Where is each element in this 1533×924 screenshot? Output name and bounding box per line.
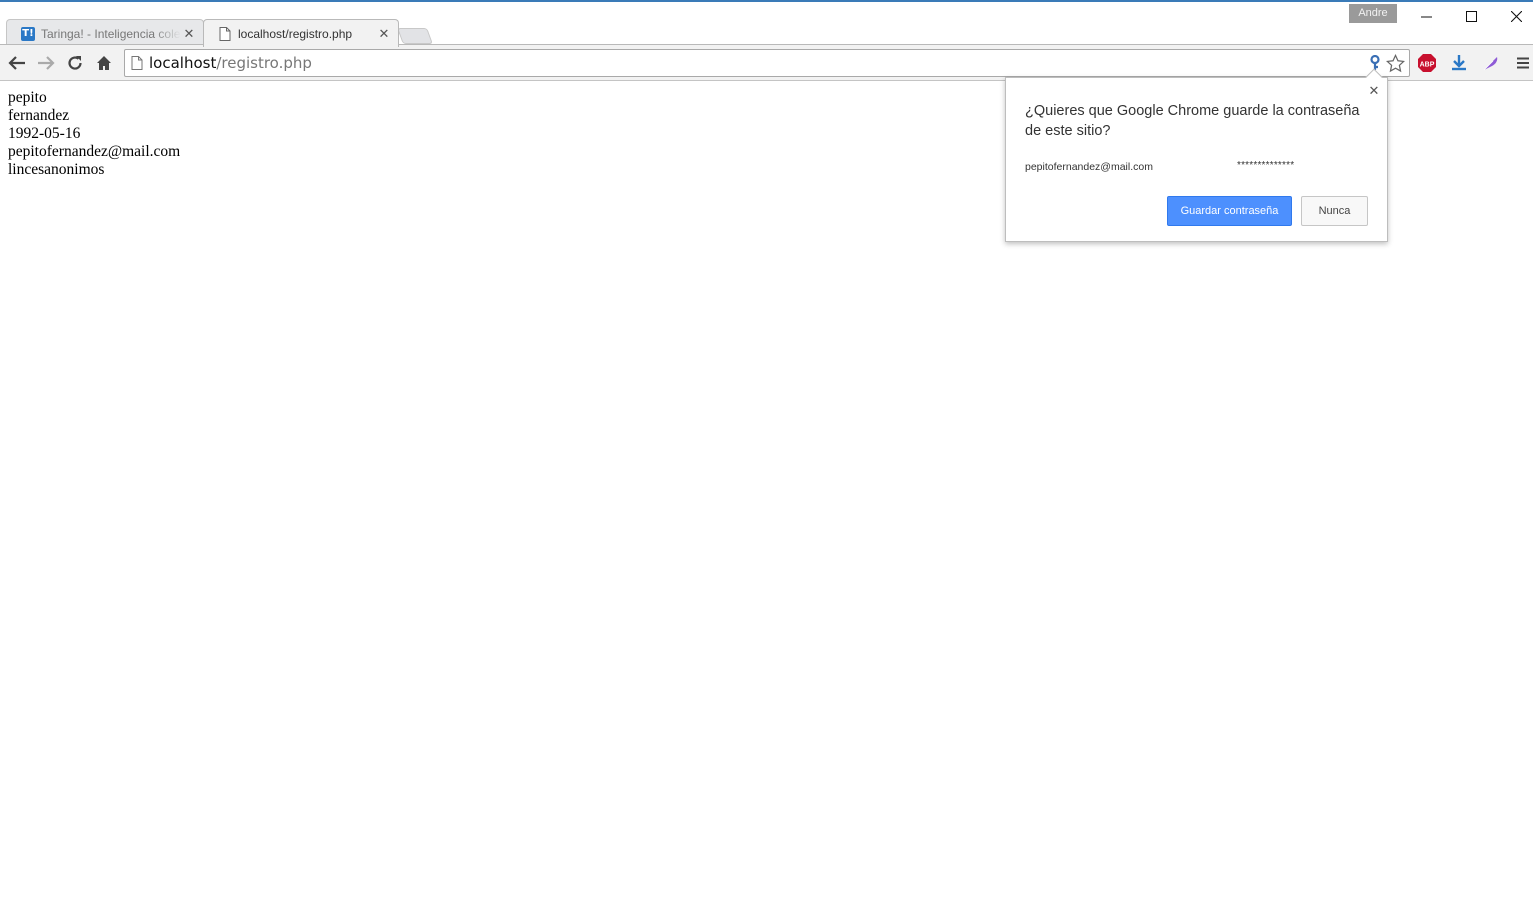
saved-username: pepitofernandez@mail.com: [1025, 161, 1153, 173]
download-icon[interactable]: [1448, 52, 1470, 74]
forward-arrow-icon: [38, 56, 55, 70]
browser-toolbar: localhost/registro.php ABP: [0, 44, 1533, 81]
save-password-button[interactable]: Guardar contraseña: [1167, 196, 1292, 226]
url-host: localhost: [149, 54, 217, 72]
last-name-text: fernandez: [8, 107, 70, 124]
taringa-favicon-icon: T!: [21, 26, 35, 41]
tab-close-icon[interactable]: ✕: [376, 26, 392, 42]
maximize-button[interactable]: [1449, 4, 1494, 28]
forward-button[interactable]: [33, 50, 59, 76]
address-bar[interactable]: localhost/registro.php: [124, 49, 1410, 77]
tab-close-icon[interactable]: ✕: [181, 26, 197, 42]
url-text: localhost/registro.php: [149, 54, 312, 72]
tab-title: localhost/registro.php: [238, 26, 353, 41]
reload-button[interactable]: [62, 50, 88, 76]
reload-icon: [68, 56, 82, 70]
profile-button[interactable]: Andre: [1349, 4, 1397, 23]
page-info-icon[interactable]: [131, 56, 145, 70]
page-icon: [218, 26, 232, 41]
bubble-title: ¿Quieres que Google Chrome guarde la con…: [1025, 103, 1360, 139]
save-password-bubble: ✕ ¿Quieres que Google Chrome guarde la c…: [1005, 68, 1388, 242]
password-text: lincesanonimos: [8, 161, 105, 178]
home-icon: [97, 56, 111, 70]
first-name-text: pepito: [8, 89, 47, 106]
birthdate-text: 1992-05-16: [8, 125, 81, 142]
close-window-button[interactable]: [1494, 4, 1533, 28]
new-tab-button[interactable]: [397, 28, 433, 44]
svg-text:ABP: ABP: [1420, 62, 1435, 69]
tab-registro[interactable]: localhost/registro.php ✕: [203, 19, 399, 47]
saved-password-mask: **************: [1237, 160, 1295, 171]
minimize-button[interactable]: [1404, 4, 1449, 28]
url-path: /registro.php: [216, 54, 312, 72]
bookmark-star-icon[interactable]: [1385, 53, 1405, 73]
home-button[interactable]: [91, 50, 117, 76]
adblock-plus-icon[interactable]: ABP: [1416, 52, 1438, 74]
email-text: pepitofernandez@mail.com: [8, 143, 181, 160]
back-arrow-icon: [8, 56, 25, 70]
tab-taringa[interactable]: T! Taringa! - Inteligencia cole ✕: [6, 19, 204, 47]
close-icon[interactable]: ✕: [1366, 84, 1382, 100]
chrome-menu-icon[interactable]: [1512, 52, 1533, 74]
never-button[interactable]: Nunca: [1301, 196, 1368, 226]
tab-title: Taringa! - Inteligencia cole: [41, 26, 181, 41]
title-bar: T! Taringa! - Inteligencia cole ✕ localh…: [0, 0, 1533, 47]
feather-extension-icon[interactable]: [1480, 52, 1502, 74]
page-content: pepito fernandez 1992-05-16 pepitofernan…: [8, 89, 180, 179]
back-button[interactable]: [4, 50, 30, 76]
